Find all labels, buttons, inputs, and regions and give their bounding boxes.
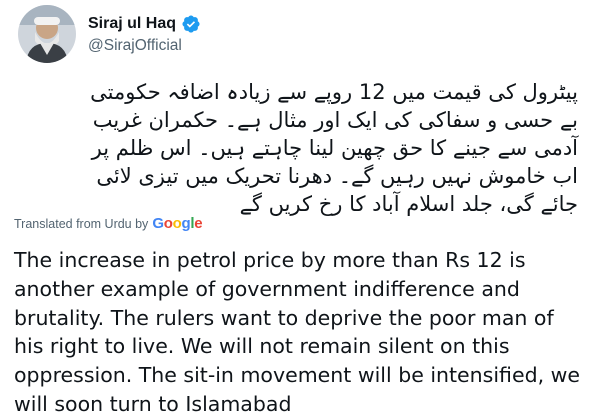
translated-text-line: The increase in petrol price by more tha… xyxy=(14,248,526,272)
google-logo-letter: o xyxy=(163,215,173,232)
original-text-line: پیٹرول کی قیمت میں 12 روپے سے زیادہ اضاف… xyxy=(90,80,578,104)
tweet-header: Siraj ul Haq @SirajOfficial xyxy=(18,4,201,64)
display-name[interactable]: Siraj ul Haq xyxy=(88,15,176,33)
user-handle[interactable]: @SirajOfficial xyxy=(88,37,201,55)
translated-text-line: oppression. The sit-in movement will be … xyxy=(14,363,580,388)
tweet-original-text: پیٹرول کی قیمت میں 12 روپے سے زیادہ اضاف… xyxy=(30,78,578,218)
translated-text-line: his right to live. We will not remain si… xyxy=(14,334,510,359)
original-text-line: اب خاموش نہیں رہیں گے۔ دھرنا تحریک میں ت… xyxy=(96,164,578,188)
original-text-line: آدمی سے جینے کا حق چھین لینا چاہتے ہیں۔ … xyxy=(91,136,578,160)
tweet-translated-text: The increase in petrol price by more tha… xyxy=(14,246,599,419)
user-meta: Siraj ul Haq @SirajOfficial xyxy=(88,13,201,55)
translated-text-line: will soon turn to Islamabad xyxy=(14,391,292,416)
google-logo: Google xyxy=(152,215,202,232)
original-text-line: جائے گی، جلد اسلام آباد کا رخ کریں گے xyxy=(239,192,578,216)
translated-text-line: brutality. The rulers want to deprive th… xyxy=(14,305,554,330)
verified-badge-icon xyxy=(181,14,201,34)
translation-label: Translated from Urdu by xyxy=(14,216,149,231)
google-logo-letter: e xyxy=(194,215,203,232)
avatar-image xyxy=(18,5,76,63)
translated-text-line: another example of government indifferen… xyxy=(14,276,520,301)
translation-attribution[interactable]: Translated from Urdu by Google xyxy=(14,215,203,232)
google-logo-letter: G xyxy=(152,215,164,232)
tweet-card: Siraj ul Haq @SirajOfficial پیٹرول کی قی… xyxy=(0,0,607,420)
profile-avatar[interactable] xyxy=(18,5,76,63)
google-logo-letter: g xyxy=(181,215,191,232)
name-row: Siraj ul Haq xyxy=(88,13,201,35)
original-text-line: بے حسی و سفاکی کی ایک اور مثال ہے۔ حکمرا… xyxy=(92,108,578,132)
